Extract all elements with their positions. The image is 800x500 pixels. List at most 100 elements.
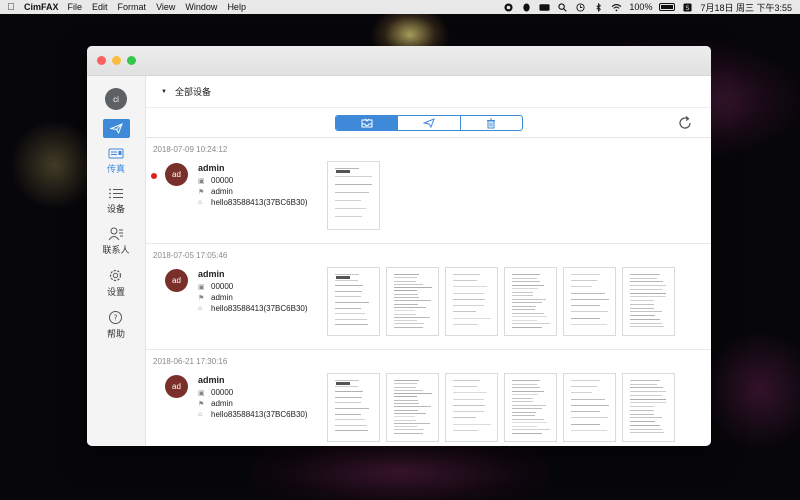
menu-view[interactable]: View [156, 2, 175, 12]
flag-icon: ⚑ [198, 400, 205, 408]
menu-file[interactable]: File [68, 2, 83, 12]
fax-number: 00000 [211, 176, 234, 185]
gear-icon [110, 269, 122, 282]
page-thumbnail[interactable] [327, 373, 380, 442]
close-button[interactable] [97, 56, 106, 65]
page-thumbnail[interactable] [622, 267, 675, 336]
fax-record[interactable]: 2018-07-09 10:24:12 ad admin ▣ 00000 ⚑ adm… [146, 138, 711, 244]
menu-edit[interactable]: Edit [92, 2, 108, 12]
sender-name: admin [198, 163, 225, 173]
send-fax-button[interactable] [102, 119, 130, 138]
fax-device: hello83588413(37BC6B30) [211, 198, 308, 207]
unread-indicator [151, 173, 157, 179]
page-thumbnail[interactable] [386, 267, 439, 336]
sender-avatar: ad [165, 269, 188, 292]
fax-info: admin ▣ 00000 ⚑ admin ⌂ hello83588413(37BC6… [198, 375, 308, 420]
menu-format[interactable]: Format [118, 2, 147, 12]
sidebar-item-label: 设备 [106, 204, 125, 214]
menu-bar:  CimFAX File Edit Format View Window He… [0, 0, 800, 14]
fax-date: 2018-07-09 10:24:12 [153, 145, 228, 154]
fax-list-panel: ▼ 全部设备 2018-07-09 10:24:12 ad admin ▣ 00… [146, 76, 711, 446]
device-icon: ⌂ [198, 411, 203, 418]
device-icon: ⌂ [198, 305, 203, 312]
apple-icon[interactable]:  [0, 2, 22, 13]
sender-name: admin [198, 269, 225, 279]
page-thumbnail[interactable] [445, 267, 498, 336]
fax-device: hello83588413(37BC6B30) [211, 410, 308, 419]
time-machine-icon[interactable] [575, 2, 586, 12]
keyboard-icon[interactable] [539, 3, 550, 12]
trash-tab[interactable] [461, 116, 522, 130]
minimize-button[interactable] [112, 56, 121, 65]
sent-tab[interactable] [398, 116, 461, 130]
fax-device: hello83588413(37BC6B30) [211, 304, 308, 313]
flag-icon: ⚑ [198, 188, 205, 196]
wifi-icon[interactable] [611, 3, 622, 12]
fax-sender: admin [211, 187, 233, 196]
fax-record[interactable]: 2018-07-05 17:05:46 ad admin ▣ 00000 ⚑ adm… [146, 244, 711, 350]
page-thumbnail[interactable] [563, 373, 616, 442]
page-thumbnail[interactable] [563, 267, 616, 336]
sidebar-item-fax[interactable]: 传真 [107, 147, 125, 175]
sidebar-item-contacts[interactable]: 联系人 [102, 227, 130, 256]
caret-down-icon: ▼ [161, 88, 167, 95]
page-thumbnail[interactable] [327, 267, 380, 336]
flag-icon: ⚑ [198, 294, 205, 302]
sender-name: admin [198, 375, 225, 385]
page-thumbnail[interactable] [386, 373, 439, 442]
input-method-icon[interactable]: S [682, 2, 693, 12]
send-icon [422, 118, 435, 128]
fax-record[interactable]: 2018-06-21 17:30:16 ad admin ▣ 00000 ⚑ adm… [146, 350, 711, 446]
search-icon[interactable] [557, 2, 568, 12]
inbox-tab[interactable] [336, 116, 399, 130]
sender-initials: ad [172, 382, 181, 391]
menu-window[interactable]: Window [185, 2, 217, 12]
page-thumbnail[interactable] [504, 373, 557, 442]
menu-app-name[interactable]: CimFAX [24, 2, 59, 12]
sidebar-item-label: 传真 [106, 164, 125, 174]
page-thumbnail[interactable] [445, 373, 498, 442]
menu-clock[interactable]: 7月18日 周三 下午3:55 [700, 1, 792, 14]
battery-icon[interactable] [659, 3, 676, 11]
fax-sender: admin [211, 293, 233, 302]
cimfax-window: ci 传真 设备 联系人 设置 ? 帮助 ▼ 全部设备 2018-07-09 1… [87, 46, 711, 446]
user-avatar[interactable]: ci [105, 88, 127, 110]
fax-number: 00000 [211, 388, 234, 397]
sidebar: ci 传真 设备 联系人 设置 ? 帮助 [87, 76, 146, 446]
sidebar-item-help[interactable]: ? 帮助 [107, 310, 125, 340]
sidebar-item-settings[interactable]: 设置 [107, 268, 125, 298]
list-icon [109, 188, 123, 199]
fax-icon [108, 148, 124, 159]
device-filter-label: 全部设备 [174, 87, 211, 97]
sidebar-item-label: 帮助 [106, 329, 125, 339]
fax-info: admin ▣ 00000 ⚑ admin ⌂ hello83588413(37BC6… [198, 269, 308, 314]
menu-help[interactable]: Help [227, 2, 246, 12]
page-thumbnail[interactable] [504, 267, 557, 336]
trash-icon [487, 118, 496, 128]
title-bar [87, 46, 711, 76]
page-thumbnail[interactable] [622, 373, 675, 442]
sidebar-item-devices[interactable]: 设备 [107, 187, 125, 215]
fax-number-icon: ▣ [198, 389, 205, 397]
sender-avatar: ad [165, 163, 188, 186]
status-icon[interactable] [503, 2, 514, 12]
svg-text:?: ? [114, 314, 118, 323]
fax-info: admin ▣ 00000 ⚑ admin ⌂ hello83588413(37BC6… [198, 163, 308, 208]
page-thumbnails [327, 373, 675, 442]
contacts-icon [108, 227, 123, 241]
bluetooth-icon[interactable] [593, 2, 604, 12]
fax-number-icon: ▣ [198, 283, 205, 291]
sender-initials: ad [172, 170, 181, 179]
page-thumbnails [327, 267, 675, 336]
device-filter[interactable]: ▼ 全部设备 [146, 76, 711, 107]
qq-icon[interactable] [521, 2, 532, 12]
fax-sender: admin [211, 399, 233, 408]
zoom-button[interactable] [127, 56, 136, 65]
sender-avatar: ad [165, 375, 188, 398]
fax-date: 2018-06-21 17:30:16 [153, 357, 228, 366]
page-thumbnail[interactable] [327, 161, 380, 230]
toolbar [146, 107, 711, 138]
paper-plane-icon [109, 123, 123, 134]
page-thumbnails [327, 161, 380, 230]
refresh-icon[interactable] [677, 115, 693, 131]
